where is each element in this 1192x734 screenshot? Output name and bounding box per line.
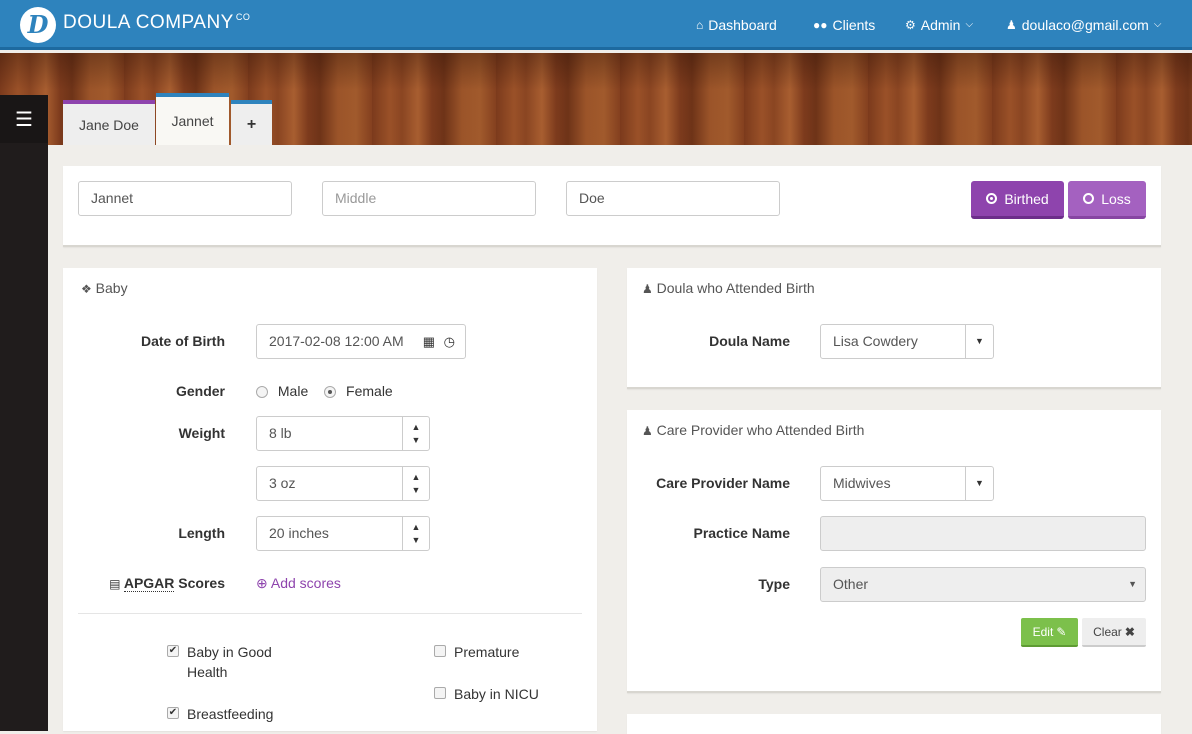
caret-down-icon: ▼ bbox=[965, 467, 993, 500]
loss-button[interactable]: Loss bbox=[1068, 181, 1146, 219]
care-provider-name-select[interactable]: Midwives ▼ bbox=[820, 466, 994, 501]
type-label: Type bbox=[758, 576, 790, 592]
doula-panel-heading: ♟ Doula who Attended Birth bbox=[642, 280, 815, 296]
dob-label: Date of Birth bbox=[141, 333, 225, 349]
next-panel bbox=[627, 714, 1161, 734]
arrow-down-icon[interactable]: ▼ bbox=[412, 434, 421, 447]
first-name-input[interactable]: Jannet bbox=[78, 181, 292, 216]
care-provider-panel: ♟ Care Provider who Attended Birth Care … bbox=[627, 410, 1161, 693]
user-icon: ♟ bbox=[642, 282, 653, 296]
weight-lb-input[interactable]: 8 lb ▲ ▼ bbox=[256, 416, 430, 451]
arrow-up-icon[interactable]: ▲ bbox=[412, 421, 421, 434]
caret-down-icon: ▼ bbox=[1128, 579, 1137, 589]
chevron-down-icon: ⌵ bbox=[1153, 19, 1162, 30]
gender-female-radio[interactable] bbox=[324, 386, 337, 399]
sidebar-toggle-button[interactable]: ☰ bbox=[0, 95, 48, 143]
pencil-icon: ✎ bbox=[1056, 624, 1067, 639]
birthed-button[interactable]: Birthed bbox=[971, 181, 1064, 219]
baby-good-health-checkbox[interactable]: ✔ bbox=[167, 645, 179, 657]
dob-input[interactable]: 2017-02-08 12:00 AM ▦ ◷ bbox=[256, 324, 466, 359]
premature-checkbox[interactable] bbox=[434, 645, 446, 657]
gears-icon: ⚙ bbox=[905, 18, 916, 32]
type-select[interactable]: Other ▼ bbox=[820, 567, 1146, 602]
monitor-icon: ▤ bbox=[109, 577, 121, 591]
plus-circle-icon: ⊕ bbox=[256, 575, 268, 591]
clear-button[interactable]: Clear ✖ bbox=[1082, 618, 1146, 647]
nav-dashboard[interactable]: ⌂ Dashboard bbox=[696, 0, 777, 50]
baby-in-nicu-checkbox[interactable] bbox=[434, 687, 446, 699]
length-input[interactable]: 20 inches ▲ ▼ bbox=[256, 516, 430, 551]
nav-clients[interactable]: ●● Clients bbox=[813, 0, 875, 50]
home-icon: ⌂ bbox=[696, 18, 704, 32]
users-icon: ●● bbox=[813, 18, 828, 32]
weight-oz-spinner[interactable]: ▲ ▼ bbox=[402, 467, 429, 500]
premature-label: Premature bbox=[454, 644, 520, 660]
gender-label: Gender bbox=[175, 383, 225, 399]
arrow-up-icon[interactable]: ▲ bbox=[412, 521, 421, 534]
nav-admin[interactable]: ⚙ Admin ⌵ bbox=[905, 0, 973, 50]
footprint-icon: ❖ bbox=[81, 282, 92, 296]
baby-panel-heading: ❖ Baby bbox=[81, 280, 128, 296]
breastfeeding-checkbox[interactable]: ✔ bbox=[167, 707, 179, 719]
brand-name[interactable]: DOULA COMPANY CO bbox=[63, 12, 250, 34]
user-icon: ♟ bbox=[1006, 18, 1017, 32]
care-provider-panel-heading: ♟ Care Provider who Attended Birth bbox=[642, 422, 865, 438]
weight-lb-spinner[interactable]: ▲ ▼ bbox=[402, 417, 429, 450]
caret-down-icon: ▼ bbox=[965, 325, 993, 358]
radio-unchecked-icon bbox=[1083, 193, 1095, 204]
list-icon: ☰ bbox=[15, 108, 33, 131]
tab-jannet[interactable]: Jannet bbox=[156, 93, 229, 145]
client-name-panel: Jannet Middle Doe Birthed Loss bbox=[63, 166, 1161, 247]
clock-icon[interactable]: ◷ bbox=[444, 325, 455, 358]
baby-panel: ❖ Baby Date of Birth 2017-02-08 12:00 AM… bbox=[63, 268, 597, 731]
doula-name-label: Doula Name bbox=[709, 333, 790, 349]
length-spinner[interactable]: ▲ ▼ bbox=[402, 517, 429, 550]
gender-radio-group: Male Female bbox=[256, 383, 393, 399]
doula-name-select[interactable]: Lisa Cowdery ▼ bbox=[820, 324, 994, 359]
breastfeeding-label: Breastfeeding bbox=[187, 706, 274, 722]
tab-jane-doe[interactable]: Jane Doe bbox=[63, 100, 155, 145]
arrow-down-icon[interactable]: ▼ bbox=[412, 534, 421, 547]
arrow-down-icon[interactable]: ▼ bbox=[412, 484, 421, 497]
baby-good-health-label: Baby in Good Health bbox=[187, 644, 272, 680]
nav-user-menu[interactable]: ♟ doulaco@gmail.com ⌵ bbox=[1006, 0, 1161, 50]
apgar-label: ▤ APGAR Scores bbox=[109, 575, 225, 592]
gender-male-radio[interactable] bbox=[256, 386, 268, 399]
chevron-down-icon: ⌵ bbox=[965, 19, 974, 30]
practice-name-input[interactable] bbox=[820, 516, 1146, 551]
radio-checked-icon bbox=[986, 193, 998, 204]
top-navbar: D DOULA COMPANY CO ⌂ Dashboard ●● Clients… bbox=[0, 0, 1192, 50]
brand-logo[interactable]: D bbox=[20, 7, 56, 43]
sidebar: ☰ bbox=[0, 95, 48, 731]
doula-panel: ♟ Doula who Attended Birth Doula Name Li… bbox=[627, 268, 1161, 389]
divider bbox=[78, 613, 582, 614]
add-scores-link[interactable]: ⊕ Add scores bbox=[256, 575, 341, 592]
close-icon: ✖ bbox=[1124, 624, 1135, 639]
last-name-input[interactable]: Doe bbox=[566, 181, 780, 216]
edit-button[interactable]: Edit ✎ bbox=[1021, 618, 1078, 647]
practice-name-label: Practice Name bbox=[693, 525, 790, 541]
baby-in-nicu-label: Baby in NICU bbox=[454, 686, 539, 702]
middle-name-input[interactable]: Middle bbox=[322, 181, 536, 216]
care-provider-name-label: Care Provider Name bbox=[656, 475, 790, 491]
weight-label: Weight bbox=[178, 425, 225, 441]
calendar-icon[interactable]: ▦ bbox=[423, 325, 435, 358]
arrow-up-icon[interactable]: ▲ bbox=[412, 471, 421, 484]
tab-add[interactable]: + bbox=[231, 100, 272, 145]
length-label: Length bbox=[178, 525, 225, 541]
weight-oz-input[interactable]: 3 oz ▲ ▼ bbox=[256, 466, 430, 501]
user-md-icon: ♟ bbox=[642, 424, 653, 438]
